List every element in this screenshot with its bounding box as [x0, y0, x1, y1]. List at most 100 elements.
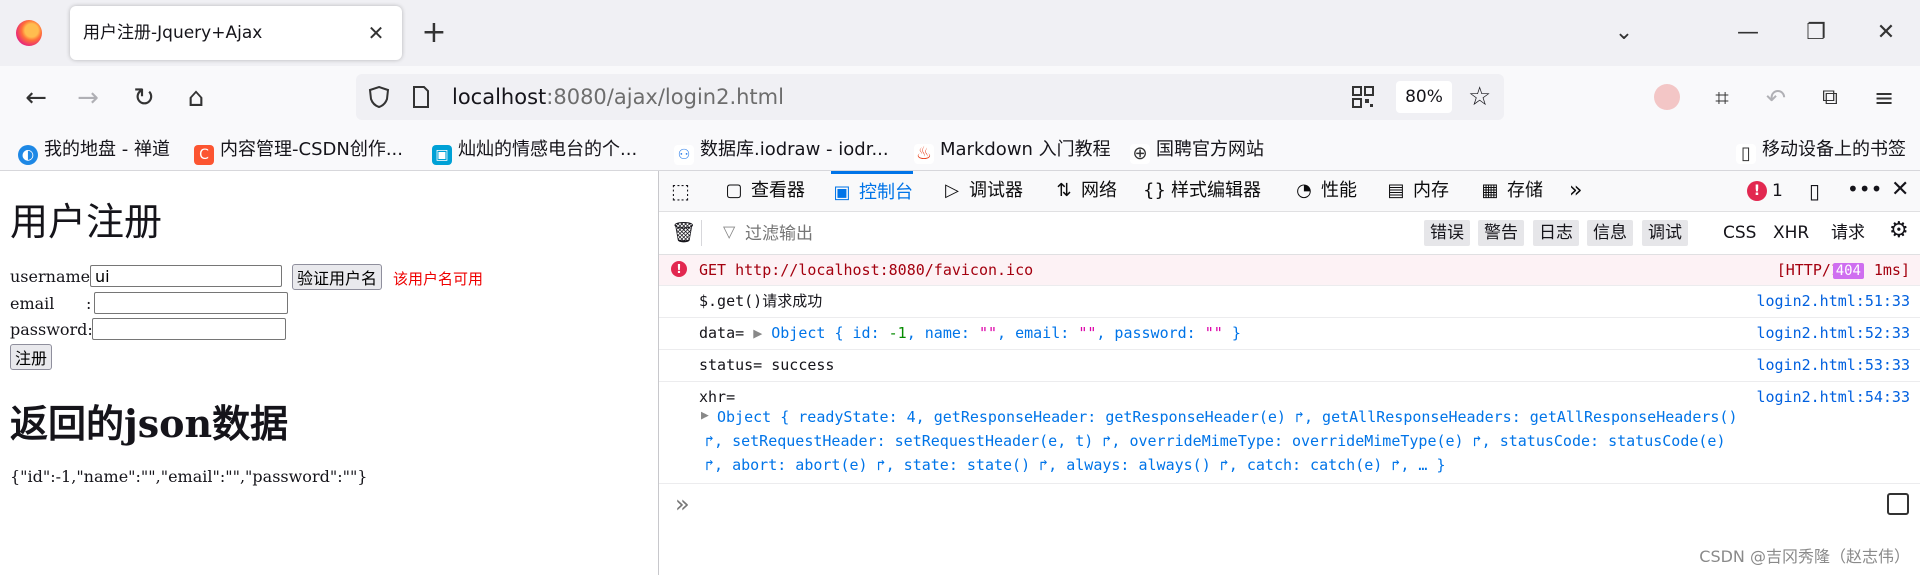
xhr-object-line: ↱, abort: abort(e) ↱, state: state() ↱, … — [705, 456, 1446, 474]
log-source-link[interactable]: login2.html:51:33 — [1756, 286, 1910, 317]
page-content: 用户注册 username: 验证用户名 该用户名可用 email : pass… — [0, 171, 659, 575]
error-icon[interactable]: ! — [1747, 181, 1767, 201]
account-avatar-icon[interactable] — [1654, 84, 1680, 110]
username-input[interactable] — [90, 265, 282, 287]
log-source-link[interactable]: login2.html:53:33 — [1756, 350, 1910, 381]
error-count[interactable]: 1 — [1772, 171, 1783, 211]
bookmark-star-icon[interactable]: ☆ — [1468, 80, 1491, 114]
username-label: username: — [10, 267, 96, 286]
log-row[interactable]: xhr= login2.html:54:33 ▶ Object { readyS… — [659, 382, 1920, 484]
more-tabs-icon[interactable]: » — [1569, 171, 1582, 211]
password-input[interactable] — [92, 318, 286, 340]
url-bar[interactable]: localhost:8080/ajax/login2.html 80% ☆ — [356, 74, 1504, 120]
email-colon: : — [86, 294, 92, 313]
tracking-shield-icon[interactable] — [368, 85, 390, 109]
tab-storage[interactable]: ▦ 存储 — [1479, 171, 1543, 211]
split-console-icon[interactable] — [1887, 493, 1909, 515]
bookmark-item[interactable]: ⚇ 数据库.iodraw - iodr... — [674, 134, 889, 166]
tab-inspector[interactable]: ▢ 查看器 — [723, 171, 805, 211]
email-input[interactable] — [94, 292, 288, 314]
tab-network[interactable]: ⇅ 网络 — [1053, 171, 1117, 211]
watermark: CSDN @吉冈秀隆（赵志伟） — [1699, 547, 1910, 566]
tab-style-editor[interactable]: {} 样式编辑器 — [1143, 171, 1261, 211]
tab-memory[interactable]: ▤ 内存 — [1385, 171, 1449, 211]
extensions-icon[interactable]: ⧉ — [1808, 76, 1852, 120]
log-row[interactable]: status= success login2.html:53:33 — [659, 350, 1920, 382]
console-settings-icon[interactable]: ⚙ — [1889, 218, 1909, 243]
home-icon[interactable]: ⌂ — [174, 76, 218, 120]
page-icon[interactable] — [412, 86, 430, 108]
bookmarks-toolbar: ◐ 我的地盘 - 禅道 C 内容管理-CSDN创作... ▣ 灿灿的情感电台的个...… — [0, 130, 1920, 171]
tab-performance[interactable]: ◔ 性能 — [1293, 171, 1357, 211]
trash-icon[interactable]: 🗑 — [671, 220, 696, 244]
bookmark-label: 内容管理-CSDN创作... — [220, 139, 403, 160]
dock-side-icon[interactable]: ▯ — [1809, 179, 1820, 203]
back-icon[interactable]: ← — [14, 76, 58, 120]
level-info-toggle[interactable]: 信息 — [1587, 220, 1633, 246]
crop-icon[interactable]: ⌗ — [1700, 76, 1744, 120]
devtools-toolbar: ⬚ ▢ 查看器 ▣ 控制台 ▷ 调试器 ⇅ 网络 {} 样式编辑器 ◔ 性能 ▤ 内存 ▦ 存储… — [659, 171, 1920, 212]
xhr-object-line: ↱, setRequestHeader: setRequestHeader(e,… — [705, 432, 1726, 450]
filter-css-toggle[interactable]: CSS — [1723, 220, 1756, 246]
tab-label: 调试器 — [969, 180, 1023, 201]
console-filter-bar: 🗑 ▽ 错误 警告 日志 信息 调试 CSS XHR 请求 ⚙ — [659, 212, 1920, 255]
verify-username-button[interactable]: 验证用户名 — [292, 264, 383, 290]
register-button[interactable]: 注册 — [10, 344, 53, 370]
log-row[interactable]: data= ▶ Object { id: -1, name: "", email… — [659, 318, 1920, 350]
tab-console[interactable]: ▣ 控制台 — [831, 171, 913, 214]
error-icon: ! — [671, 261, 687, 277]
filter-xhr-toggle[interactable]: XHR — [1773, 220, 1809, 246]
expand-triangle-icon[interactable]: ▶ — [753, 324, 762, 342]
new-tab-button[interactable]: + — [418, 18, 450, 50]
expand-triangle-icon[interactable]: ▶ — [701, 408, 709, 423]
log-message[interactable]: GET http://localhost:8080/favicon.ico — [699, 255, 1033, 285]
filter-requests-toggle[interactable]: 请求 — [1831, 220, 1865, 246]
url-text[interactable]: localhost:8080/ajax/login2.html — [452, 74, 784, 120]
bookmark-item[interactable]: C 内容管理-CSDN创作... — [194, 134, 403, 166]
csdn-icon: C — [194, 145, 214, 165]
log-source-link[interactable]: login2.html:52:33 — [1756, 318, 1910, 349]
tab-label: 存储 — [1507, 180, 1543, 201]
log-source-link[interactable]: login2.html:54:33 — [1756, 388, 1910, 406]
forward-icon[interactable]: → — [66, 76, 110, 120]
filter-input[interactable] — [743, 220, 1147, 248]
network-icon: ⇅ — [1056, 180, 1072, 201]
window-close-button[interactable]: ✕ — [1866, 14, 1906, 52]
zoom-level-button[interactable]: 80% — [1396, 81, 1452, 113]
menu-icon[interactable]: ≡ — [1862, 76, 1906, 120]
reload-icon[interactable]: ↻ — [122, 76, 166, 120]
active-tab[interactable]: 用户注册-Jquery+Ajax ✕ — [70, 6, 402, 60]
log-row-error[interactable]: ! GET http://localhost:8080/favicon.ico … — [659, 255, 1920, 286]
request-time: 1ms] — [1873, 261, 1910, 279]
more-options-icon[interactable]: ••• — [1847, 177, 1882, 201]
close-devtools-icon[interactable]: ✕ — [1891, 177, 1909, 202]
bookmark-item[interactable]: ♨ Markdown 入门教程 — [914, 134, 1111, 166]
level-logs-toggle[interactable]: 日志 — [1533, 220, 1579, 246]
tab-close-icon[interactable]: ✕ — [362, 19, 390, 47]
restore-button[interactable]: ❐ — [1796, 14, 1836, 52]
bookmark-item[interactable]: ◐ 我的地盘 - 禅道 — [18, 134, 170, 166]
email-label: email — [10, 294, 55, 313]
mobile-bookmarks[interactable]: ▯ 移动设备上的书签 — [1736, 134, 1906, 166]
undo-icon[interactable]: ↶ — [1754, 76, 1798, 120]
tab-debugger[interactable]: ▷ 调试器 — [941, 171, 1023, 211]
tab-label: 内存 — [1413, 180, 1449, 201]
list-all-tabs-icon[interactable]: ⌄ — [1604, 14, 1644, 52]
tab-label: 查看器 — [751, 180, 805, 201]
style-editor-icon: {} — [1143, 180, 1166, 201]
page-title: 用户注册 — [10, 200, 163, 244]
level-errors-toggle[interactable]: 错误 — [1424, 220, 1470, 246]
firefox-logo-icon[interactable] — [16, 20, 42, 46]
bookmark-label: 我的地盘 - 禅道 — [44, 139, 170, 160]
bookmark-item[interactable]: ⊕ 国聘官方网站 — [1130, 134, 1264, 166]
element-picker-icon[interactable]: ⬚ — [671, 180, 693, 202]
bookmark-item[interactable]: ▣ 灿灿的情感电台的个... — [432, 134, 637, 166]
level-debug-toggle[interactable]: 调试 — [1642, 220, 1688, 246]
minimize-button[interactable]: — — [1728, 14, 1768, 52]
filter-icon: ▽ — [723, 222, 736, 241]
log-row[interactable]: $.get()请求成功 login2.html:51:33 — [659, 286, 1920, 318]
tab-label: 性能 — [1321, 180, 1357, 201]
qr-code-icon[interactable] — [1352, 86, 1374, 108]
console-prompt[interactable]: » — [675, 490, 690, 518]
level-warnings-toggle[interactable]: 警告 — [1478, 220, 1524, 246]
